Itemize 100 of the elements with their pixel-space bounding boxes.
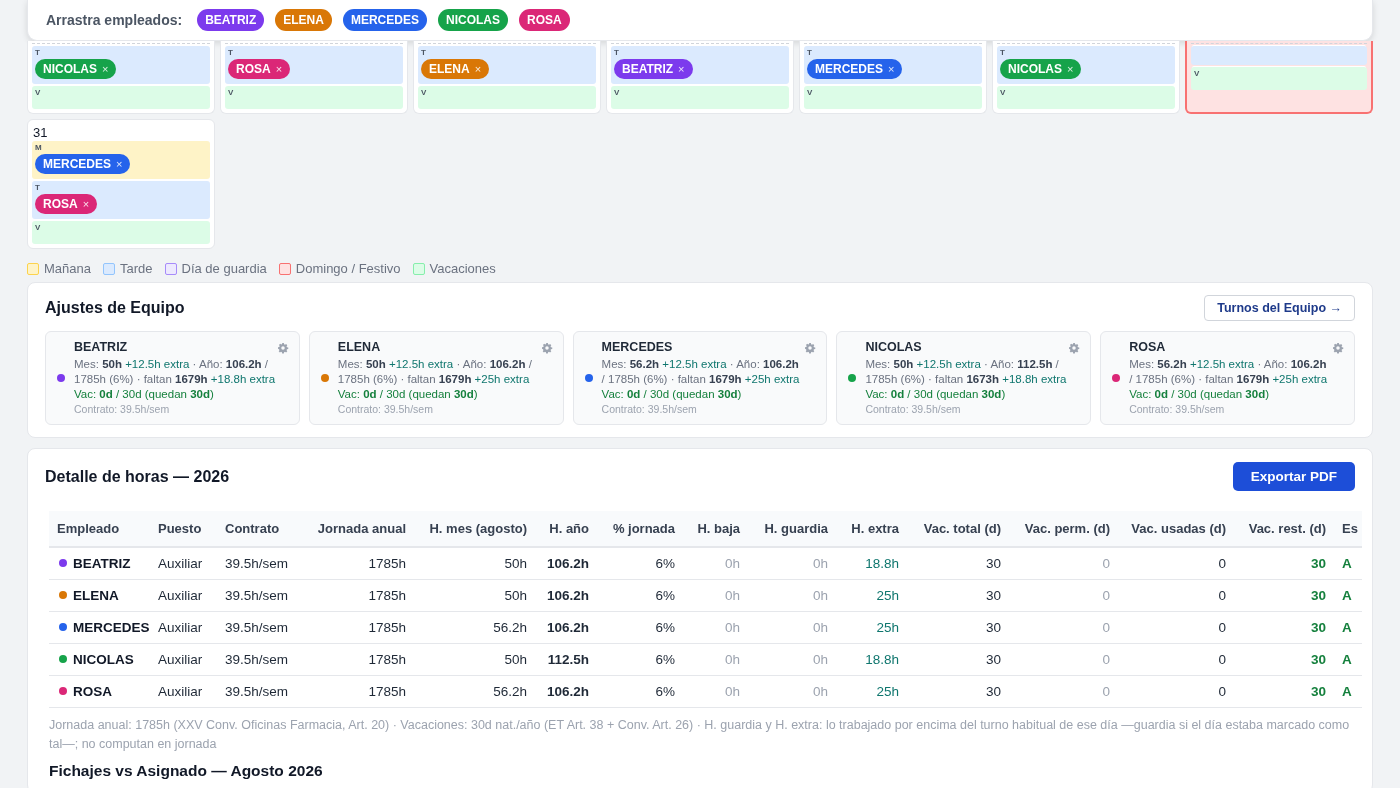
column-header: Vac. rest. (d)	[1234, 511, 1334, 547]
table-cell: 0h	[812, 620, 828, 635]
contract-text: Contrato: 39.5h/sem	[865, 402, 962, 417]
table-cell: 6%	[655, 684, 675, 699]
settings-icon[interactable]	[1332, 342, 1344, 354]
remove-button[interactable]: ×	[474, 63, 482, 75]
table-cell: 0h	[724, 588, 740, 603]
employee-name: ROSA	[73, 684, 112, 699]
hours-summary: Mes: 50h +12.5h extra · Año: 112.5h / 1785h (6%) · faltan 1673h +18.8h extra	[865, 357, 1068, 387]
employee-chip[interactable]: NICOLAS ×	[1000, 59, 1082, 79]
remove-button[interactable]: ×	[678, 63, 685, 75]
table-cell: 39.5h/sem	[225, 620, 289, 635]
contract-text: Contrato: 39.5h/sem	[1129, 402, 1226, 417]
shift-label: T	[421, 48, 427, 58]
column-header: Vac. perm. (d)	[1009, 511, 1118, 547]
remove-button[interactable]: ×	[275, 63, 283, 75]
shift-label: V	[421, 88, 428, 98]
table-cell: Auxiliar	[158, 588, 203, 603]
member-name: ELENA	[337, 340, 382, 354]
contract-text: Contrato: 39.5h/sem	[74, 402, 171, 417]
table-cell: 0	[1102, 652, 1110, 667]
table-cell: 50h	[504, 588, 527, 603]
shift-label: T	[35, 48, 41, 58]
table-cell: 25h	[876, 620, 899, 635]
table-cell: 0	[1102, 620, 1110, 635]
table-cell: 39.5h/sem	[225, 588, 289, 603]
employee-pill[interactable]: BEATRIZ	[197, 9, 265, 31]
column-header: Vac. usadas (d)	[1118, 511, 1234, 547]
day-number: 31	[32, 124, 49, 141]
vacation-summary: Vac: 0d / 30d (quedan 30d)	[1129, 387, 1270, 402]
drag-label: Arrastra empleados:	[46, 12, 183, 28]
table-cell: 0	[1102, 684, 1110, 699]
table-cell: A	[1342, 652, 1352, 667]
table-cell: 6%	[655, 588, 675, 603]
table-cell: 50h	[504, 652, 527, 667]
table-cell: 106.2h	[546, 588, 589, 603]
table-cell: 0	[1218, 684, 1226, 699]
team-shifts-button[interactable]: Turnos del Equipo →	[1204, 295, 1355, 321]
table-cell: 0h	[724, 684, 740, 699]
table-cell: 30	[985, 684, 1001, 699]
table-cell: 56.2h	[493, 620, 527, 635]
member-name: ROSA	[1129, 340, 1167, 354]
shift-label: V	[228, 88, 235, 98]
legend-label: Tarde	[120, 261, 153, 276]
table-cell: A	[1342, 620, 1352, 635]
remove-button[interactable]: ×	[888, 63, 895, 75]
employee-name: MERCEDES	[73, 620, 150, 635]
employee-pill[interactable]: ELENA	[275, 9, 332, 31]
contract-text: Contrato: 39.5h/sem	[337, 402, 434, 417]
export-pdf-button[interactable]: Exportar PDF	[1232, 462, 1355, 491]
shift-label: T	[35, 183, 41, 193]
table-cell: A	[1342, 588, 1352, 603]
table-cell: 50h	[504, 556, 527, 571]
shift-label: T	[1000, 48, 1006, 58]
column-header: H. extra	[836, 511, 907, 547]
employee-pill[interactable]: ROSA	[518, 9, 570, 31]
employee-chip[interactable]: ROSA ×	[35, 194, 98, 214]
settings-icon[interactable]	[804, 342, 817, 354]
member-name: NICOLAS	[865, 340, 923, 354]
employee-pill[interactable]: NICOLAS	[437, 9, 508, 31]
contract-text: Contrato: 39.5h/sem	[601, 402, 698, 417]
remove-button[interactable]: ×	[1067, 63, 1074, 75]
table-cell: 106.2h	[546, 620, 589, 635]
column-header: H. mes (agosto)	[414, 511, 535, 547]
section-title: Ajustes de Equipo	[45, 299, 185, 317]
table-cell: 56.2h	[493, 684, 527, 699]
table-cell: 30	[1310, 684, 1326, 699]
table-cell: 30	[1310, 620, 1326, 635]
hours-summary: Mes: 50h +12.5h extra · Año: 106.2h / 1785h (6%) · faltan 1679h +18.8h extra	[74, 357, 277, 387]
employee-pill[interactable]: MERCEDES	[342, 9, 427, 31]
table-cell: 30	[985, 588, 1001, 603]
table-cell: 39.5h/sem	[225, 652, 289, 667]
table-cell: 0	[1102, 588, 1110, 603]
table-cell: 0h	[724, 652, 740, 667]
settings-icon[interactable]	[540, 342, 553, 354]
table-cell: 0h	[812, 652, 828, 667]
remove-button[interactable]: ×	[82, 198, 90, 210]
table-cell: 39.5h/sem	[225, 556, 289, 571]
employee-chip[interactable]: NICOLAS ×	[35, 59, 117, 79]
shift-label: T	[807, 48, 813, 58]
table-cell: 0	[1102, 556, 1110, 571]
vacation-summary: Vac: 0d / 30d (quedan 30d)	[337, 387, 479, 402]
chip-label: NICOLAS	[1008, 62, 1062, 76]
table-cell: 30	[1310, 588, 1326, 603]
settings-icon[interactable]	[1068, 342, 1081, 354]
settings-icon[interactable]	[276, 342, 289, 354]
remove-button[interactable]: ×	[116, 158, 123, 170]
shift-label: V	[807, 88, 814, 98]
employee-chip[interactable]: BEATRIZ ×	[614, 59, 693, 79]
table-cell: 30	[985, 556, 1001, 571]
member-name: BEATRIZ	[74, 340, 129, 354]
table-cell: 0	[1218, 588, 1226, 603]
employee-chip[interactable]: ROSA ×	[228, 59, 291, 79]
remove-button[interactable]: ×	[102, 63, 109, 75]
employee-chip[interactable]: MERCEDES ×	[807, 59, 903, 79]
chip-label: ROSA	[236, 62, 271, 76]
employee-chip[interactable]: MERCEDES ×	[35, 154, 131, 174]
legend-label: Mañana	[44, 261, 91, 276]
vacation-summary: Vac: 0d / 30d (quedan 30d)	[601, 387, 743, 402]
employee-chip[interactable]: ELENA ×	[421, 59, 490, 79]
